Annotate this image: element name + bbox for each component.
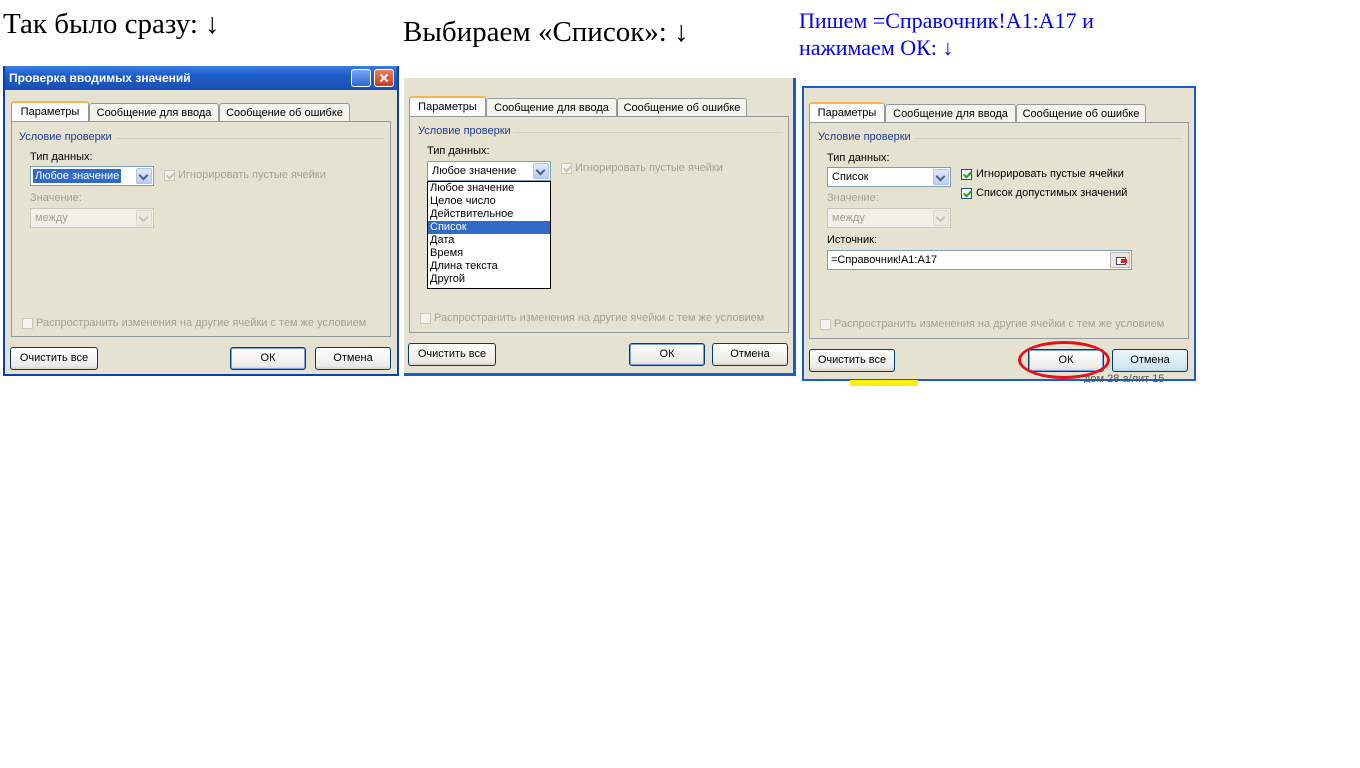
dialog-initial: Проверка вводимых значений Параметры Соо… xyxy=(3,66,399,376)
background-cell-fill xyxy=(850,380,918,386)
caption-left: Так было сразу: ↓ xyxy=(3,8,220,40)
chevron-down-icon[interactable] xyxy=(933,169,949,185)
ignore-blank-checkbox[interactable] xyxy=(164,170,175,181)
dialog-title: Проверка вводимых значений xyxy=(9,71,191,85)
ignore-blank-label: Игнорировать пустые ячейки xyxy=(178,169,326,181)
tab-panel: Условие проверки Тип данных: Список Игно… xyxy=(809,122,1189,339)
tab-parameters[interactable]: Параметры xyxy=(11,101,89,121)
group-label: Условие проверки xyxy=(818,131,911,143)
cancel-button[interactable]: Отмена xyxy=(1112,349,1188,372)
spread-changes-checkbox[interactable] xyxy=(420,313,431,324)
tab-parameters[interactable]: Параметры xyxy=(809,102,885,122)
data-type-value: Любое значение xyxy=(432,165,517,177)
tab-error-alert[interactable]: Сообщение об ошибке xyxy=(617,98,747,116)
background-cell-text: дом 28 а/лит 15 xyxy=(1084,373,1165,383)
clear-all-button[interactable]: Очистить все xyxy=(809,349,895,372)
dropdown-option[interactable]: Другой xyxy=(428,273,550,286)
data-type-dropdown-list[interactable]: Любое значение Целое число Действительно… xyxy=(427,181,551,289)
tab-panel: Условие проверки Тип данных: Любое значе… xyxy=(409,116,789,333)
help-icon[interactable] xyxy=(351,69,371,87)
value-select[interactable]: между xyxy=(30,208,154,228)
dropdown-option[interactable]: Длина текста xyxy=(428,260,550,273)
source-label: Источник: xyxy=(827,234,878,246)
dialog-source-entered: Параметры Сообщение для ввода Сообщение … xyxy=(802,86,1196,381)
chevron-down-icon[interactable] xyxy=(136,210,152,226)
source-value: =Справочник!A1:A17 xyxy=(831,254,938,266)
dropdown-option[interactable]: Список xyxy=(428,221,550,234)
caption-right-line1: Пишем =Справочник!А1:А17 и xyxy=(799,8,1094,33)
clear-all-button[interactable]: Очистить все xyxy=(10,347,98,370)
value-label: Значение: xyxy=(827,192,879,204)
group-divider xyxy=(116,138,384,139)
value-label: Значение: xyxy=(30,192,82,204)
range-picker-icon[interactable] xyxy=(1110,252,1130,268)
data-type-value: Любое значение xyxy=(33,169,122,183)
close-icon[interactable] xyxy=(374,69,394,87)
tab-input-message[interactable]: Сообщение для ввода xyxy=(89,103,219,121)
value-value: между xyxy=(832,212,865,224)
ok-button[interactable]: ОК xyxy=(230,347,306,370)
data-type-label: Тип данных: xyxy=(427,145,490,157)
value-value: между xyxy=(35,212,68,224)
chevron-down-icon[interactable] xyxy=(533,163,549,179)
ok-button[interactable]: ОК xyxy=(629,343,705,366)
dropdown-option[interactable]: Целое число xyxy=(428,195,550,208)
in-cell-dropdown-label: Список допустимых значений xyxy=(976,187,1128,199)
data-type-select[interactable]: Список xyxy=(827,167,951,187)
spread-changes-label: Распространить изменения на другие ячейк… xyxy=(434,312,765,324)
data-type-select[interactable]: Любое значение xyxy=(30,166,154,186)
ignore-blank-checkbox[interactable] xyxy=(961,169,972,180)
clear-all-button[interactable]: Очистить все xyxy=(408,343,496,366)
caption-right-line2: нажимаем ОК: ↓ xyxy=(799,35,954,60)
dialog-titlebar: Проверка вводимых значений xyxy=(5,66,397,90)
ignore-blank-checkbox[interactable] xyxy=(561,163,572,174)
cancel-button[interactable]: Отмена xyxy=(315,347,391,370)
dropdown-option[interactable]: Действительное xyxy=(428,208,550,221)
cancel-button[interactable]: Отмена xyxy=(712,343,788,366)
group-divider xyxy=(514,132,782,133)
dropdown-option[interactable]: Дата xyxy=(428,234,550,247)
chevron-down-icon[interactable] xyxy=(933,210,949,226)
ignore-blank-label: Игнорировать пустые ячейки xyxy=(976,168,1124,180)
caption-middle: Выбираем «Список»: ↓ xyxy=(403,16,689,48)
value-select[interactable]: между xyxy=(827,208,951,228)
spread-changes-label: Распространить изменения на другие ячейк… xyxy=(36,317,367,329)
tab-panel: Условие проверки Тип данных: Любое значе… xyxy=(11,121,391,337)
tab-input-message[interactable]: Сообщение для ввода xyxy=(486,98,617,116)
chevron-down-icon[interactable] xyxy=(136,168,152,184)
data-type-value: Список xyxy=(832,171,869,183)
tab-input-message[interactable]: Сообщение для ввода xyxy=(885,104,1016,122)
spread-changes-label: Распространить изменения на другие ячейк… xyxy=(834,318,1165,330)
group-label: Условие проверки xyxy=(19,131,112,143)
spread-changes-checkbox[interactable] xyxy=(22,318,33,329)
data-type-label: Тип данных: xyxy=(30,151,93,163)
group-divider xyxy=(914,138,1182,139)
dialog-list-choice: Параметры Сообщение для ввода Сообщение … xyxy=(404,78,796,376)
dropdown-option[interactable]: Любое значение xyxy=(428,182,550,195)
source-input[interactable]: =Справочник!A1:A17 xyxy=(827,250,1132,270)
data-type-select[interactable]: Любое значение xyxy=(427,161,551,181)
in-cell-dropdown-checkbox[interactable] xyxy=(961,188,972,199)
ignore-blank-label: Игнорировать пустые ячейки xyxy=(575,162,723,174)
tab-error-alert[interactable]: Сообщение об ошибке xyxy=(219,103,350,121)
spread-changes-checkbox[interactable] xyxy=(820,319,831,330)
tab-error-alert[interactable]: Сообщение об ошибке xyxy=(1016,104,1146,122)
dropdown-option[interactable]: Время xyxy=(428,247,550,260)
data-type-label: Тип данных: xyxy=(827,152,890,164)
group-label: Условие проверки xyxy=(418,125,511,137)
tab-parameters[interactable]: Параметры xyxy=(409,96,486,116)
